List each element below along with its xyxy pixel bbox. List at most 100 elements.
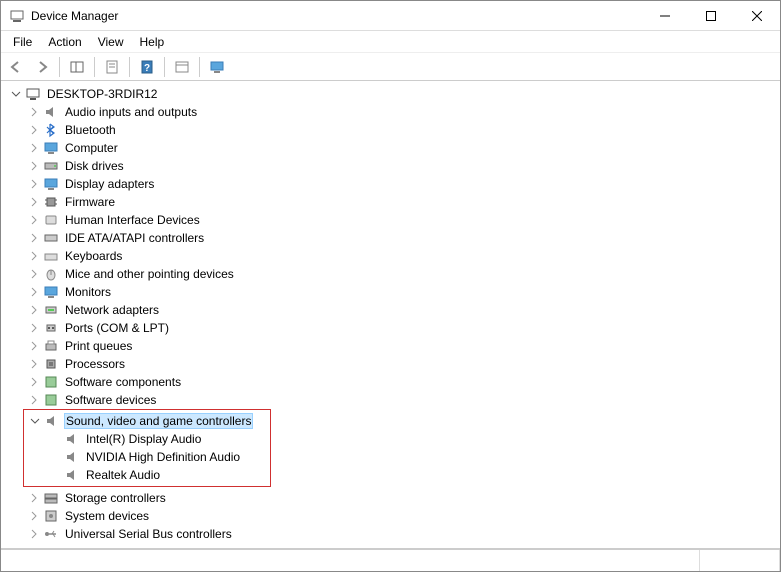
category-label: Disk drives	[63, 159, 126, 173]
category-node[interactable]: Ports (COM & LPT)	[5, 319, 780, 337]
expander-icon[interactable]	[27, 123, 41, 137]
keyboard-icon	[43, 248, 59, 264]
category-node[interactable]: Monitors	[5, 283, 780, 301]
expander-icon[interactable]	[27, 249, 41, 263]
category-node[interactable]: Network adapters	[5, 301, 780, 319]
storage-icon	[43, 490, 59, 506]
category-node[interactable]: Bluetooth	[5, 121, 780, 139]
category-label: Mice and other pointing devices	[63, 267, 236, 281]
window-title: Device Manager	[31, 9, 642, 23]
category-node[interactable]: Software devices	[5, 391, 780, 409]
monitor-icon	[43, 176, 59, 192]
maximize-button[interactable]	[688, 1, 734, 30]
category-label: Software components	[63, 375, 183, 389]
category-label: Monitors	[63, 285, 113, 299]
expander-icon[interactable]	[27, 509, 41, 523]
device-node[interactable]: NVIDIA High Definition Audio	[24, 448, 270, 466]
expander-icon[interactable]	[27, 231, 41, 245]
category-node[interactable]: Display adapters	[5, 175, 780, 193]
expander-icon[interactable]	[27, 375, 41, 389]
category-node[interactable]: Storage controllers	[5, 489, 780, 507]
expander-icon[interactable]	[27, 303, 41, 317]
expander-icon[interactable]	[9, 87, 23, 101]
menubar: File Action View Help	[1, 31, 780, 53]
category-label: Storage controllers	[63, 491, 168, 505]
category-node[interactable]: Computer	[5, 139, 780, 157]
device-tree[interactable]: DESKTOP-3RDIR12 Audio inputs and outputs…	[1, 81, 780, 549]
category-node[interactable]: Print queues	[5, 337, 780, 355]
expander-icon[interactable]	[27, 213, 41, 227]
menu-action[interactable]: Action	[40, 33, 89, 51]
expander-icon[interactable]	[27, 159, 41, 173]
expander-icon[interactable]	[27, 105, 41, 119]
monitor-button[interactable]	[205, 55, 229, 79]
menu-file[interactable]: File	[5, 33, 40, 51]
category-sound[interactable]: Sound, video and game controllers	[24, 412, 270, 430]
expander-icon[interactable]	[27, 527, 41, 541]
category-label: Keyboards	[63, 249, 124, 263]
category-label: Software devices	[63, 393, 158, 407]
disk-icon	[43, 158, 59, 174]
category-label: Print queues	[63, 339, 134, 353]
category-label: Sound, video and game controllers	[64, 413, 253, 429]
category-label: Universal Serial Bus controllers	[63, 527, 234, 541]
category-node[interactable]: System devices	[5, 507, 780, 525]
category-node[interactable]: IDE ATA/ATAPI controllers	[5, 229, 780, 247]
category-node[interactable]: Mice and other pointing devices	[5, 265, 780, 283]
expander-icon[interactable]	[27, 285, 41, 299]
expander-icon[interactable]	[27, 357, 41, 371]
port-icon	[43, 320, 59, 336]
category-label: Audio inputs and outputs	[63, 105, 199, 119]
category-label: Network adapters	[63, 303, 161, 317]
expander-icon[interactable]	[27, 491, 41, 505]
properties-button[interactable]	[100, 55, 124, 79]
window-controls	[642, 1, 780, 30]
back-button[interactable]	[4, 55, 28, 79]
speaker-icon	[44, 413, 60, 429]
category-node[interactable]: Keyboards	[5, 247, 780, 265]
menu-view[interactable]: View	[90, 33, 132, 51]
device-label: Intel(R) Display Audio	[84, 432, 203, 446]
category-node[interactable]: Universal Serial Bus controllers	[5, 525, 780, 543]
category-label: Bluetooth	[63, 123, 118, 137]
category-node[interactable]: Firmware	[5, 193, 780, 211]
expander-icon[interactable]	[27, 195, 41, 209]
expander-icon[interactable]	[27, 393, 41, 407]
category-node[interactable]: Software components	[5, 373, 780, 391]
category-node[interactable]: Human Interface Devices	[5, 211, 780, 229]
show-hide-button[interactable]	[65, 55, 89, 79]
device-node[interactable]: Intel(R) Display Audio	[24, 430, 270, 448]
scan-button[interactable]	[170, 55, 194, 79]
cpu-icon	[43, 356, 59, 372]
expander-icon[interactable]	[28, 414, 42, 428]
category-node[interactable]: Audio inputs and outputs	[5, 103, 780, 121]
root-label: DESKTOP-3RDIR12	[45, 87, 159, 101]
software-icon	[43, 374, 59, 390]
status-segment	[700, 550, 780, 571]
expander-icon[interactable]	[27, 339, 41, 353]
expander-icon[interactable]	[27, 321, 41, 335]
chip-icon	[43, 194, 59, 210]
root-node[interactable]: DESKTOP-3RDIR12	[5, 85, 780, 103]
device-node[interactable]: Realtek Audio	[24, 466, 270, 484]
toolbar-separator	[59, 57, 60, 77]
minimize-button[interactable]	[642, 1, 688, 30]
monitor-icon	[43, 140, 59, 156]
help-button[interactable]: ?	[135, 55, 159, 79]
category-node[interactable]: Processors	[5, 355, 780, 373]
menu-help[interactable]: Help	[132, 33, 173, 51]
close-button[interactable]	[734, 1, 780, 30]
printer-icon	[43, 338, 59, 354]
category-node[interactable]: Disk drives	[5, 157, 780, 175]
expander-icon[interactable]	[27, 177, 41, 191]
computer-icon	[25, 86, 41, 102]
forward-button[interactable]	[30, 55, 54, 79]
toolbar-separator	[164, 57, 165, 77]
statusbar	[1, 549, 780, 571]
toolbar-separator	[129, 57, 130, 77]
bluetooth-icon	[43, 122, 59, 138]
speaker-icon	[43, 104, 59, 120]
device-label: NVIDIA High Definition Audio	[84, 450, 242, 464]
expander-icon[interactable]	[27, 267, 41, 281]
expander-icon[interactable]	[27, 141, 41, 155]
